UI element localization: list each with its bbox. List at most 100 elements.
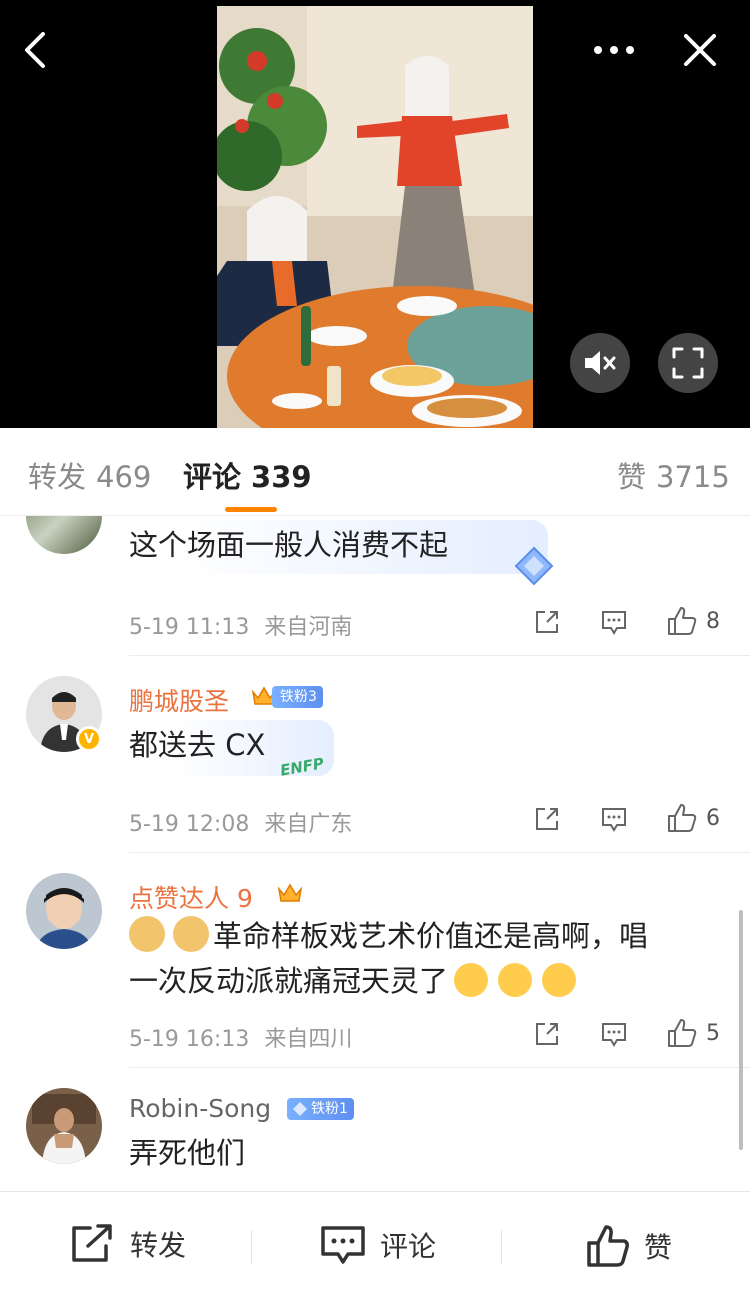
comment-text: 这个场面一般人消费不起	[129, 528, 449, 562]
share-icon	[536, 611, 558, 633]
crown-icon	[277, 883, 303, 902]
tab-bar: 转发 469 评论 339 赞 3715	[0, 428, 750, 516]
mute-icon	[585, 351, 616, 375]
avatar[interactable]	[26, 873, 102, 949]
back-button[interactable]	[14, 28, 58, 72]
comment-line-2: 一次反动派就痛冠天灵了	[129, 959, 729, 1004]
video-frame[interactable]	[217, 6, 533, 428]
share-button[interactable]	[533, 1020, 561, 1048]
comment-button[interactable]: 评论	[320, 1224, 436, 1266]
comment-text: 弄死他们	[129, 1136, 246, 1170]
divider	[251, 1230, 252, 1264]
fan-badge-label: 铁粉1	[311, 1101, 348, 1117]
comment-text-block: 革命样板戏艺术价值还是高啊，唱 一次反动派就痛冠天灵了	[129, 914, 729, 1004]
share-button[interactable]	[533, 805, 561, 833]
doge-emoji-icon	[173, 916, 209, 952]
more-button[interactable]	[592, 28, 636, 72]
like-count: 8	[706, 608, 720, 634]
avatar-image	[26, 873, 102, 949]
thumbs-up-icon	[668, 607, 697, 635]
comment-icon	[602, 611, 626, 635]
shush-emoji-icon	[542, 963, 577, 997]
comment-meta: 5-19 11:13 来自河南	[129, 609, 352, 641]
share-button[interactable]	[533, 608, 561, 636]
repost-button[interactable]: 转发	[70, 1224, 186, 1264]
close-button[interactable]	[678, 28, 722, 72]
comment-time: 5-19 12:08	[129, 812, 250, 837]
comment-icon	[602, 1023, 626, 1047]
divider	[501, 1230, 502, 1264]
fan-badge: 铁粉1	[287, 1098, 354, 1120]
comment-text: 革命样板戏艺术价值还是高啊，唱	[213, 919, 649, 953]
comment-location: 来自四川	[264, 1027, 353, 1052]
shush-emoji-icon	[498, 963, 533, 997]
tab-comment-label: 评论	[183, 460, 242, 494]
comment-list[interactable]: 这个场面一般人消费不起 5-19 11:13 来自河南 8 V 鹏城股圣 铁粉3…	[0, 516, 750, 1191]
share-icon	[536, 1023, 558, 1045]
comment-text: 一次反动派就痛冠天灵了	[129, 964, 449, 998]
username[interactable]: Robin-Song	[129, 1094, 271, 1123]
diamond-icon	[293, 1102, 307, 1116]
tab-comment[interactable]: 评论 339	[183, 454, 312, 496]
tab-repost[interactable]: 转发 469	[28, 454, 151, 496]
thumbs-up-icon	[587, 1225, 629, 1267]
divider	[129, 1067, 750, 1068]
active-tab-indicator	[225, 507, 277, 512]
comment-meta: 5-19 12:08 来自广东	[129, 806, 352, 838]
like-button[interactable]: 6	[666, 802, 720, 834]
divider	[129, 852, 750, 853]
like-count: 5	[706, 1020, 720, 1046]
mute-button[interactable]	[570, 333, 630, 393]
tab-like-label: 赞	[617, 460, 647, 494]
more-dots-icon	[594, 46, 634, 54]
bottom-action-bar: 转发 评论 赞	[0, 1191, 750, 1300]
comment-label: 评论	[380, 1230, 437, 1263]
comment-icon	[602, 808, 626, 832]
chevron-left-icon	[25, 32, 45, 68]
fan-badge: 铁粉3	[272, 686, 323, 708]
fullscreen-icon	[672, 347, 704, 379]
like-count: 6	[706, 805, 720, 831]
thumbs-up-icon	[668, 1019, 697, 1047]
reply-button[interactable]	[600, 608, 628, 636]
fan-badge-label: 铁粉3	[280, 689, 317, 705]
verified-badge-icon: V	[76, 726, 102, 752]
diamond-sticker-icon	[514, 546, 554, 586]
video-player[interactable]	[0, 0, 750, 428]
divider	[129, 655, 750, 656]
tab-like[interactable]: 赞 3715	[617, 454, 730, 496]
comment-line-1: 革命样板戏艺术价值还是高啊，唱	[129, 914, 729, 959]
reply-button[interactable]	[600, 805, 628, 833]
avatar[interactable]	[26, 516, 102, 554]
tab-repost-label: 转发	[28, 460, 87, 494]
comment-icon	[321, 1226, 365, 1264]
comment-location: 来自广东	[264, 812, 353, 837]
like-label: 赞	[644, 1231, 673, 1264]
comment-text: 都送去 CX	[129, 728, 266, 762]
username[interactable]: 鹏城股圣	[129, 682, 229, 718]
comment-time: 5-19 11:13	[129, 615, 250, 640]
close-icon	[684, 34, 716, 66]
video-scene	[217, 6, 533, 428]
comment-location: 来自河南	[264, 615, 353, 640]
fullscreen-button[interactable]	[658, 333, 718, 393]
tab-comment-count: 339	[251, 460, 312, 494]
thumbs-up-icon	[668, 804, 697, 832]
share-icon	[536, 808, 558, 830]
like-button[interactable]: 5	[666, 1017, 720, 1049]
repost-label: 转发	[130, 1229, 187, 1262]
comment-time: 5-19 16:13	[129, 1027, 250, 1052]
reply-button[interactable]	[600, 1020, 628, 1048]
share-icon	[72, 1224, 112, 1262]
shush-emoji-icon	[454, 963, 489, 997]
doge-emoji-icon	[129, 916, 165, 952]
tab-like-count: 3715	[656, 460, 730, 494]
avatar[interactable]	[26, 1088, 102, 1164]
avatar-image	[26, 1088, 102, 1164]
like-button[interactable]: 赞	[586, 1224, 672, 1268]
comment-meta: 5-19 16:13 来自四川	[129, 1021, 352, 1053]
username[interactable]: 点赞达人 9	[129, 879, 253, 915]
like-button[interactable]: 8	[666, 605, 720, 637]
scrollbar[interactable]	[739, 910, 743, 1150]
tab-repost-count: 469	[96, 460, 152, 494]
